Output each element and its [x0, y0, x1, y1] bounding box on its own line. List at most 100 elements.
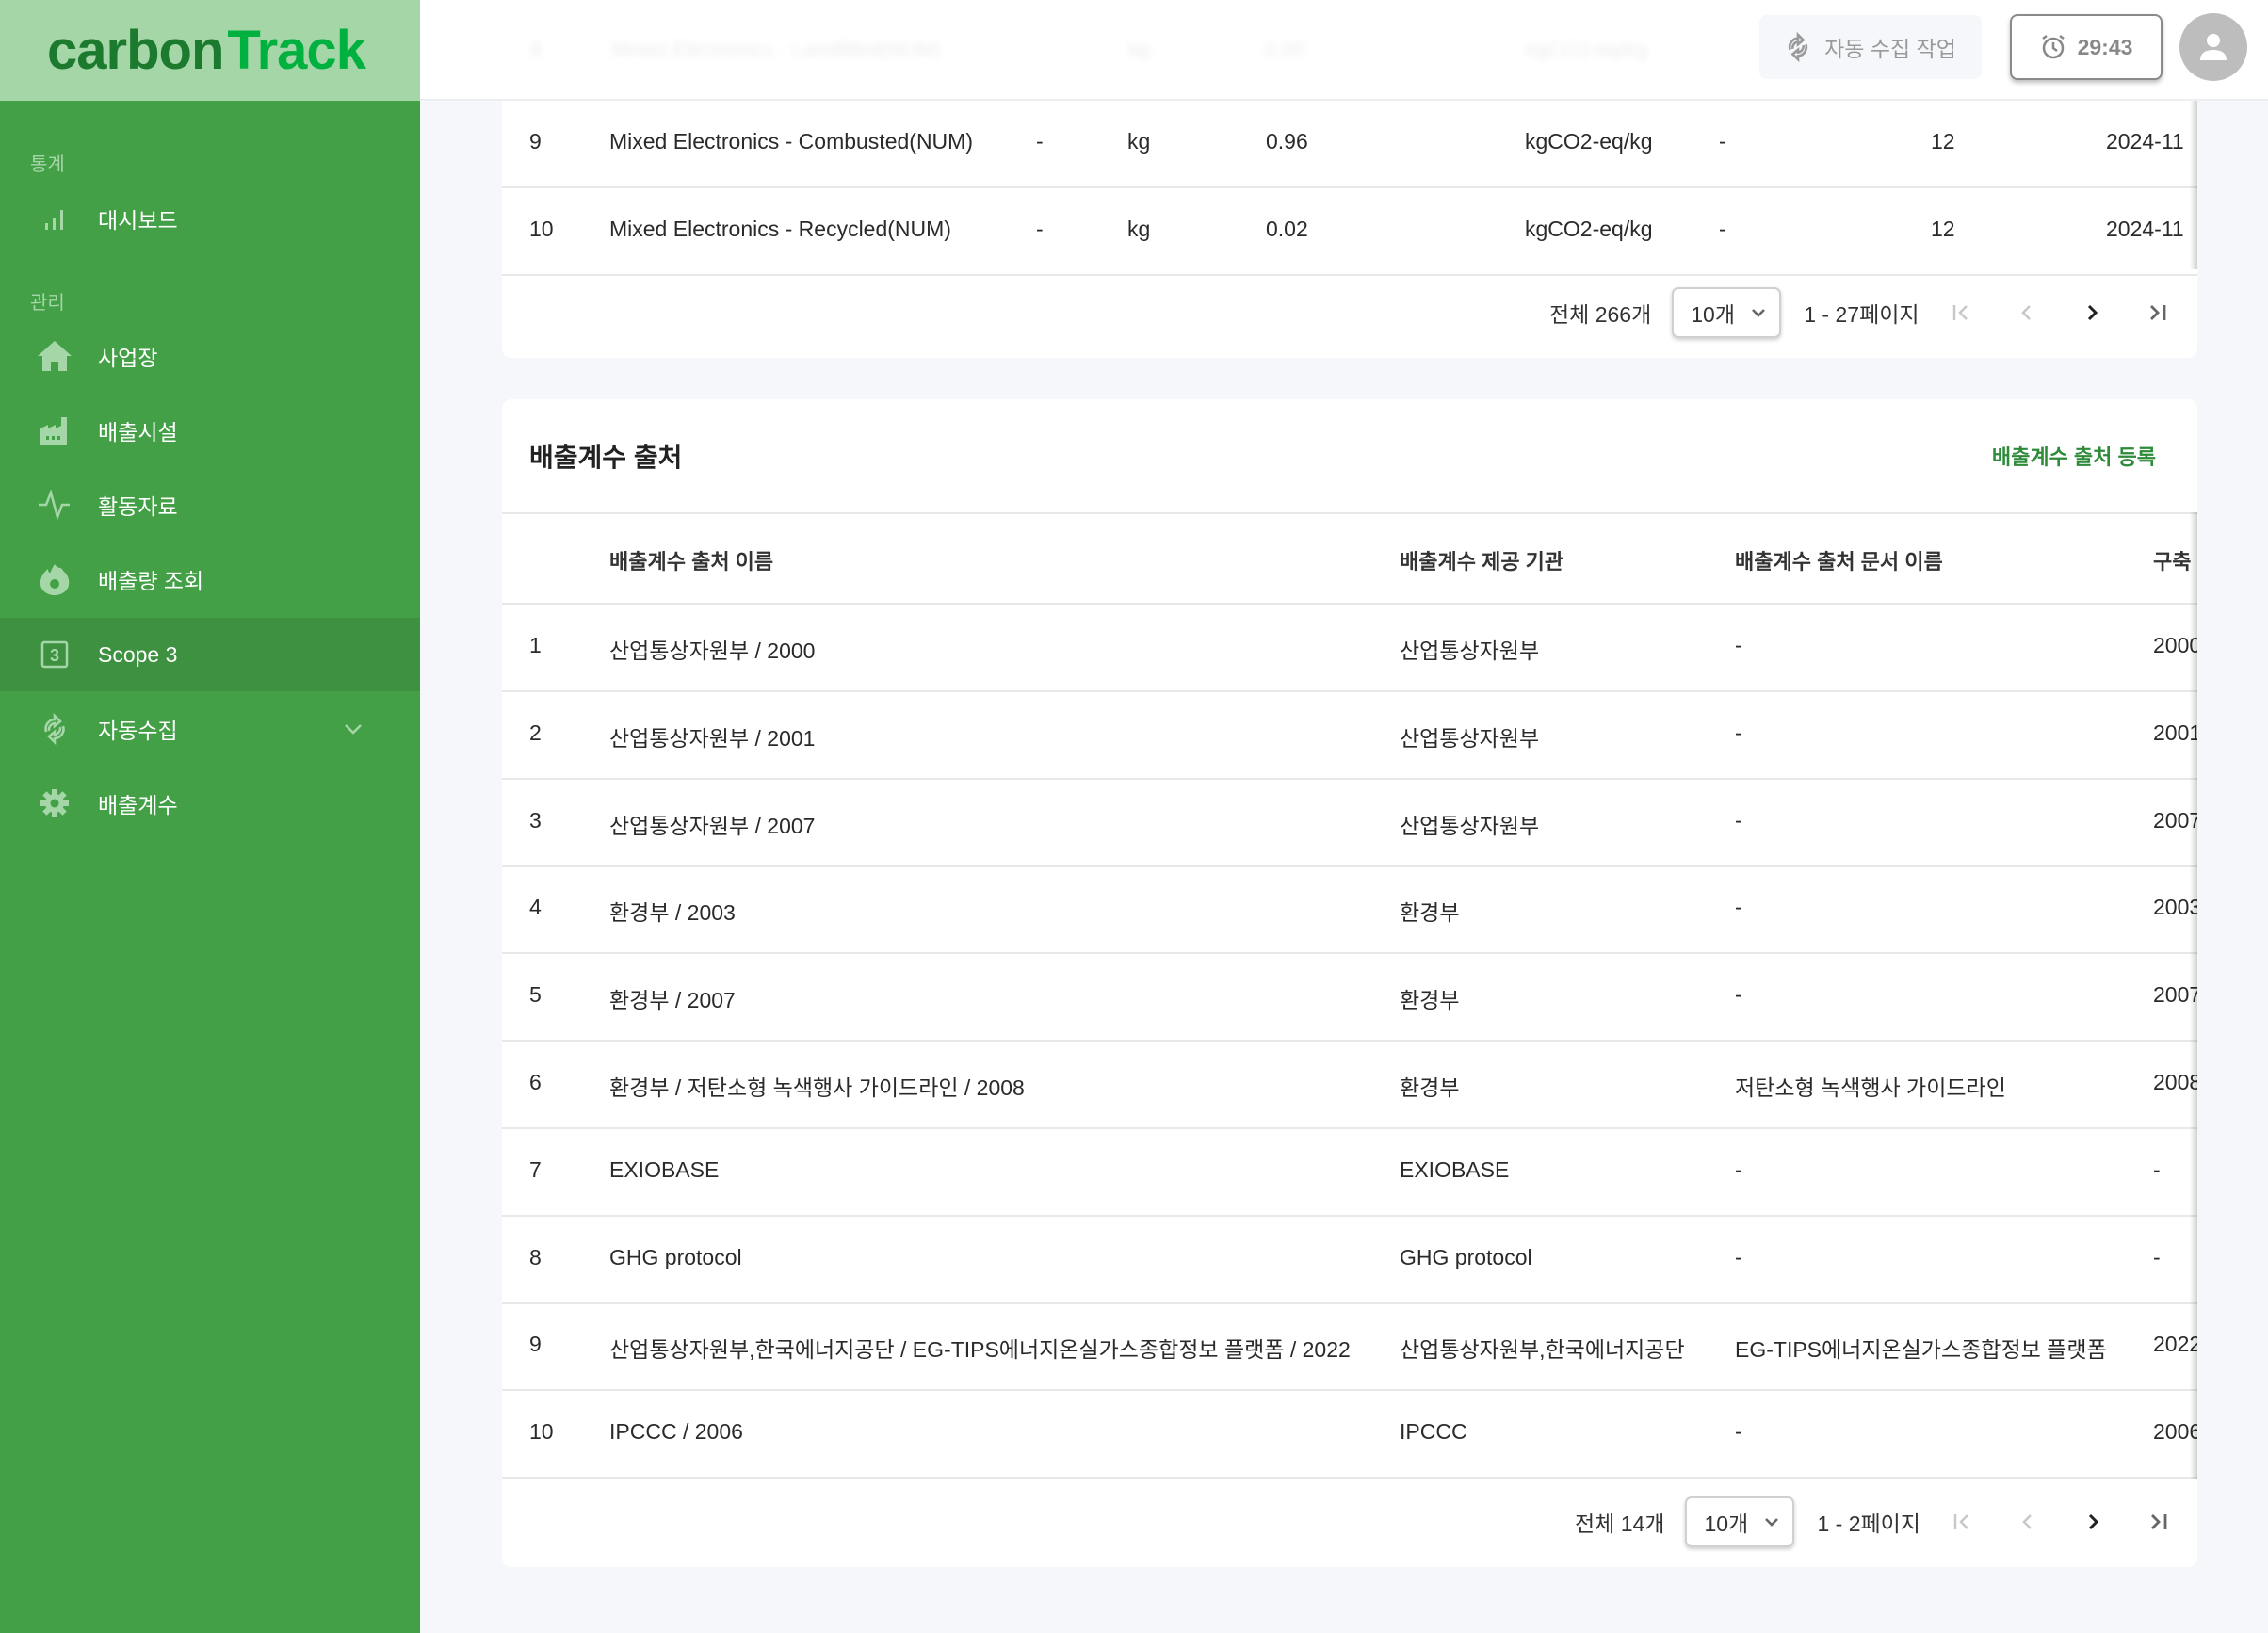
- table-header-row: 배출계수 출처 이름 배출계수 제공 기관 배출계수 출처 문서 이름 구축: [502, 512, 2197, 605]
- cell-source-name: 환경부 / 2007: [609, 988, 736, 1013]
- cell-name: Mixed Electronics - Combusted(NUM): [609, 129, 973, 154]
- cell-source-name: EXIOBASE: [609, 1156, 720, 1182]
- sidebar-item-label: 사업장: [98, 346, 158, 370]
- pagination: 전체 266개 10개 1 - 27페이지: [1549, 286, 2171, 339]
- sidebar-item-auto-collect[interactable]: 자동수집: [0, 692, 420, 766]
- register-source-button[interactable]: 배출계수 출처 등록: [1992, 441, 2156, 471]
- page-size-select[interactable]: 10개: [1685, 1496, 1795, 1547]
- cell-document: -: [1735, 1156, 1742, 1182]
- cell-dash: -: [1036, 217, 1044, 241]
- cell-factor-unit: kgCO2-eq/kg: [1525, 217, 1653, 241]
- cell-provider: 환경부: [1400, 1075, 1460, 1100]
- column-header-year[interactable]: 구축: [2153, 545, 2191, 575]
- cell-document: -: [1735, 633, 1742, 657]
- table-row[interactable]: 10 Mixed Electronics - Recycled(NUM) - k…: [502, 188, 2197, 276]
- prev-page-icon[interactable]: [2014, 1508, 2042, 1536]
- cell-no: 7: [529, 1156, 542, 1182]
- last-page-icon[interactable]: [2143, 299, 2171, 327]
- cell-dash: -: [1036, 129, 1044, 154]
- table-row[interactable]: 7 EXIOBASE EXIOBASE - -: [502, 1129, 2197, 1217]
- cell-source-name: 산업통상자원부 / 2007: [609, 813, 816, 838]
- table-row[interactable]: 5 환경부 / 2007 환경부 -2007: [502, 954, 2197, 1043]
- table-row[interactable]: 8 GHG protocol GHG protocol - -: [502, 1217, 2197, 1304]
- sidebar-item-label: Scope 3: [98, 641, 178, 667]
- cell-date: 2024-11: [2106, 217, 2184, 241]
- cell-name: Mixed Electronics - Recycled(NUM): [609, 217, 951, 241]
- cell-provider: 산업통상자원부: [1400, 813, 1540, 838]
- cell-no: 9: [529, 1332, 542, 1357]
- sidebar-item-dashboard[interactable]: 대시보드: [0, 182, 420, 255]
- column-header-document[interactable]: 배출계수 출처 문서 이름: [1735, 545, 1943, 575]
- cell-document: -: [1735, 895, 1742, 920]
- cell-provider: 환경부: [1400, 988, 1460, 1013]
- pagination-total: 전체 266개: [1549, 302, 1652, 327]
- next-page-icon[interactable]: [2079, 1508, 2107, 1536]
- sidebar-item-scope3[interactable]: 3 Scope 3: [0, 618, 420, 691]
- table-row[interactable]: 9 Mixed Electronics - Combusted(NUM) - k…: [502, 101, 2197, 188]
- user-avatar[interactable]: [2179, 13, 2247, 81]
- cell-provider: 산업통상자원부: [1400, 725, 1540, 751]
- cell-source-name: GHG protocol: [609, 1244, 742, 1269]
- cell-document: -: [1735, 719, 1742, 745]
- cell-value: 0.96: [1266, 129, 1308, 154]
- app-logo[interactable]: carbonTrack: [47, 19, 366, 82]
- cell-year: -: [2153, 1244, 2161, 1269]
- first-page-icon[interactable]: [1948, 299, 1976, 327]
- bar-chart-icon: [36, 200, 73, 237]
- page-size-value: 10개: [1704, 1512, 1749, 1536]
- logo-bar: carbonTrack: [0, 0, 420, 101]
- cell-no: 4: [529, 895, 542, 920]
- cell-document: -: [1735, 982, 1742, 1008]
- column-header-name[interactable]: 배출계수 출처 이름: [609, 545, 773, 575]
- svg-text:3: 3: [50, 646, 59, 665]
- pagination-total: 전체 14개: [1575, 1512, 1665, 1536]
- column-header-provider[interactable]: 배출계수 제공 기관: [1400, 545, 1563, 575]
- table-row[interactable]: 2 산업통상자원부 / 2001 산업통상자원부 -2001: [502, 692, 2197, 780]
- last-page-icon[interactable]: [2144, 1508, 2172, 1536]
- session-timer-value: 29:43: [2077, 34, 2133, 59]
- auto-collect-job-button[interactable]: 자동 수집 작업: [1759, 15, 1982, 79]
- sidebar-item-activity-data[interactable]: 활동자료: [0, 468, 420, 542]
- cell-provider: 산업통상자원부,한국에너지공단: [1400, 1337, 1685, 1363]
- table-row[interactable]: 4 환경부 / 2003 환경부 -2003: [502, 866, 2197, 955]
- page-size-select[interactable]: 10개: [1672, 287, 1782, 338]
- page-background: [2197, 101, 2268, 1633]
- table-row[interactable]: 9 산업통상자원부,한국에너지공단 / EG-TIPS에너지온실가스종합정보 플랫…: [502, 1303, 2197, 1392]
- cell-document: -: [1735, 1244, 1742, 1269]
- top-header: [420, 0, 2268, 101]
- cell-date: 2024-11: [2106, 129, 2184, 154]
- sidebar-item-emissions[interactable]: 배출량 조회: [0, 542, 420, 616]
- table-row[interactable]: 3 산업통상자원부 / 2007 산업통상자원부 -2007: [502, 780, 2197, 867]
- auto-collect-job-label: 자동 수집 작업: [1824, 37, 1956, 61]
- cell-source-name: 산업통상자원부 / 2000: [609, 639, 816, 663]
- table-row[interactable]: 1 산업통상자원부 / 2000 산업통상자원부 -2000: [502, 605, 2197, 692]
- cell-year: -: [2153, 1156, 2161, 1182]
- prev-page-icon[interactable]: [2013, 299, 2041, 327]
- user-icon: [2200, 34, 2227, 60]
- cell-no: 3: [529, 807, 542, 833]
- horizontal-scroll-shadow: [2190, 512, 2197, 1479]
- activity-icon: [36, 486, 73, 524]
- sidebar-item-label: 자동수집: [98, 719, 178, 743]
- chevron-down-icon[interactable]: [341, 717, 365, 741]
- sync-icon: [36, 710, 73, 748]
- next-page-icon[interactable]: [2078, 299, 2106, 327]
- cell-source-name: 산업통상자원부 / 2001: [609, 725, 816, 751]
- sidebar-item-label: 대시보드: [98, 208, 178, 233]
- session-timer-button[interactable]: 29:43: [2010, 14, 2163, 80]
- logo-carbon: carbon: [47, 20, 224, 81]
- table-row[interactable]: 6 환경부 / 저탄소형 녹색행사 가이드라인 / 2008 환경부 저탄소형 녹색행…: [502, 1042, 2197, 1129]
- cell-no: 5: [529, 982, 542, 1008]
- first-page-icon[interactable]: [1949, 1508, 1977, 1536]
- sidebar-item-facilities[interactable]: 배출시설: [0, 394, 420, 467]
- sidebar-item-sites[interactable]: 사업장: [0, 319, 420, 393]
- sidebar-item-emission-factors[interactable]: 배출계수: [0, 767, 420, 840]
- cell-source-name: IPCCC / 2006: [609, 1419, 743, 1445]
- section-label-stats: 통계: [30, 154, 65, 175]
- table-row[interactable]: 10 IPCCC / 2006 IPCCC -2006: [502, 1391, 2197, 1479]
- factory-icon: [36, 412, 73, 449]
- cell-no: 1: [529, 633, 542, 657]
- cell-value: 0.02: [1266, 217, 1308, 241]
- pagination: 전체 14개 10개 1 - 2페이지: [1575, 1496, 2172, 1548]
- logo-track: Track: [227, 20, 366, 81]
